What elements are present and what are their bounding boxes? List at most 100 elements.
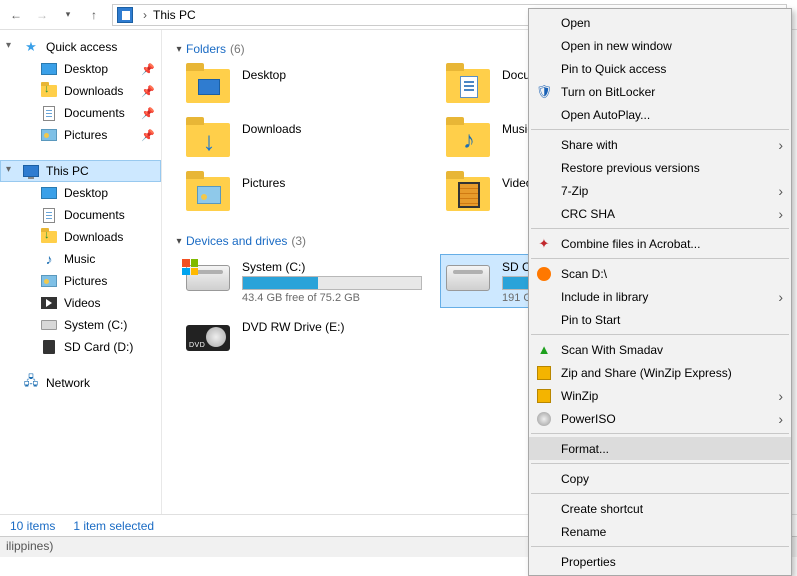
- sidebar-pc-item[interactable]: Documents: [0, 204, 161, 226]
- status-item-count: 10 items: [10, 519, 55, 533]
- downloads-icon: [40, 229, 58, 245]
- network-icon: 🖧: [22, 375, 40, 391]
- sidebar-pc-item[interactable]: Downloads: [0, 226, 161, 248]
- sidebar-qa-item[interactable]: Pictures📌: [0, 124, 161, 146]
- menu-item-label: Turn on BitLocker: [561, 85, 655, 99]
- menu-item-label: Zip and Share (WinZip Express): [561, 366, 732, 380]
- sidebar-pc-item[interactable]: Desktop: [0, 182, 161, 204]
- menu-item[interactable]: PowerISO›: [529, 407, 791, 430]
- menu-item[interactable]: 7-Zip›: [529, 179, 791, 202]
- menu-item-label: Scan D:\: [561, 267, 607, 281]
- menu-item[interactable]: Format...: [529, 437, 791, 460]
- sidebar-pc-item[interactable]: Pictures: [0, 270, 161, 292]
- sidebar-quick-access[interactable]: ▾ ★ Quick access: [0, 36, 161, 58]
- folder-item[interactable]: Pictures: [180, 170, 430, 218]
- sidebar-pc-item[interactable]: SD Card (D:): [0, 336, 161, 358]
- menu-separator: [531, 129, 789, 130]
- chevron-right-icon: ›: [778, 388, 783, 404]
- menu-item[interactable]: Create shortcut: [529, 497, 791, 520]
- sidebar-qa-item[interactable]: Desktop 📌: [0, 58, 161, 80]
- item-label: Desktop: [242, 68, 286, 82]
- this-pc-icon: [22, 163, 40, 179]
- menu-item[interactable]: Zip and Share (WinZip Express): [529, 361, 791, 384]
- folder-item[interactable]: ↓Downloads: [180, 116, 430, 164]
- pin-icon: 📌: [141, 129, 155, 142]
- sidebar-item-label: Desktop: [64, 62, 108, 76]
- menu-item-label: Create shortcut: [561, 502, 643, 516]
- chevron-down-icon: ▾: [172, 44, 186, 55]
- sidebar-qa-item[interactable]: Downloads📌: [0, 80, 161, 102]
- menu-item[interactable]: Properties: [529, 550, 791, 573]
- status-selection: 1 item selected: [73, 519, 154, 533]
- item-subtext: 43.4 GB free of 75.2 GB: [242, 292, 422, 304]
- menu-item-label: Pin to Quick access: [561, 62, 666, 76]
- pin-icon: 📌: [141, 85, 155, 98]
- menu-item[interactable]: Open AutoPlay...: [529, 103, 791, 126]
- smadav-icon: ▲: [535, 341, 553, 359]
- menu-item-label: Open AutoPlay...: [561, 108, 650, 122]
- folder-icon: [444, 174, 492, 214]
- menu-item[interactable]: Include in library ›: [529, 285, 791, 308]
- videos-icon: [40, 295, 58, 311]
- drive-item[interactable]: DVDDVD RW Drive (E:): [180, 314, 430, 362]
- menu-item[interactable]: Open in new window: [529, 34, 791, 57]
- acrobat-icon: ✦: [535, 235, 553, 253]
- chevron-down-icon[interactable]: ▾: [6, 40, 18, 51]
- item-label: Pictures: [242, 176, 285, 190]
- chevron-right-icon: ›: [778, 289, 783, 305]
- sidebar-pc-item[interactable]: Videos: [0, 292, 161, 314]
- hdd-drive-icon: [446, 265, 490, 291]
- folder-item[interactable]: Desktop: [180, 62, 430, 110]
- sidebar-qa-item[interactable]: Documents 📌: [0, 102, 161, 124]
- menu-item[interactable]: CRC SHA›: [529, 202, 791, 225]
- menu-item[interactable]: ▲Scan With Smadav: [529, 338, 791, 361]
- chevron-down-icon[interactable]: ▾: [6, 164, 18, 175]
- chevron-right-icon: ›: [778, 411, 783, 427]
- nav-arrows: ← → ▾ ↑: [4, 3, 106, 27]
- menu-item[interactable]: Scan D:\: [529, 262, 791, 285]
- folder-icon: ♪: [444, 120, 492, 160]
- sidebar-item-label: Desktop: [64, 186, 108, 200]
- menu-item[interactable]: Share with›: [529, 133, 791, 156]
- sidebar-item-label: Videos: [64, 296, 100, 310]
- menu-item[interactable]: WinZip ›: [529, 384, 791, 407]
- menu-item[interactable]: Pin to Quick access: [529, 57, 791, 80]
- group-count: (3): [291, 234, 306, 248]
- recent-dropdown[interactable]: ▾: [56, 3, 80, 27]
- sidebar-pc-item[interactable]: System (C:): [0, 314, 161, 336]
- address-segment[interactable]: This PC: [153, 8, 196, 22]
- menu-item[interactable]: Open: [529, 11, 791, 34]
- sidebar-item-label: Documents: [64, 106, 125, 120]
- poweriso-icon: [535, 410, 553, 428]
- folder-icon: [444, 66, 492, 106]
- forward-button[interactable]: →: [30, 3, 54, 27]
- menu-item[interactable]: Rename: [529, 520, 791, 543]
- menu-item[interactable]: Copy: [529, 467, 791, 490]
- sidebar-network[interactable]: 🖧 Network: [0, 372, 161, 394]
- menu-separator: [531, 228, 789, 229]
- sidebar-pc-item[interactable]: ♪Music: [0, 248, 161, 270]
- folder-icon: [184, 174, 232, 214]
- menu-item-label: Copy: [561, 472, 589, 486]
- sidebar-item-label: System (C:): [64, 318, 127, 332]
- folder-icon: ↓: [184, 120, 232, 160]
- capacity-bar: [242, 276, 422, 290]
- up-button[interactable]: ↑: [82, 3, 106, 27]
- item-label: System (C:): [242, 260, 422, 274]
- menu-item-label: WinZip: [561, 389, 598, 403]
- hdd-drive-icon: [186, 265, 230, 291]
- documents-icon: [40, 207, 58, 223]
- menu-item-label: Include in library: [561, 290, 648, 304]
- pin-icon: 📌: [141, 107, 155, 120]
- back-button[interactable]: ←: [4, 3, 28, 27]
- menu-item-label: Open: [561, 16, 590, 30]
- sidebar-this-pc[interactable]: ▾ This PC: [0, 160, 161, 182]
- menu-item[interactable]: 🛡Turn on BitLocker: [529, 80, 791, 103]
- menu-item[interactable]: Pin to Start: [529, 308, 791, 331]
- pin-icon: 📌: [141, 63, 155, 76]
- menu-item[interactable]: ✦Combine files in Acrobat...: [529, 232, 791, 255]
- menu-item[interactable]: Restore previous versions: [529, 156, 791, 179]
- sidebar-item-label: Documents: [64, 208, 125, 222]
- drive-item[interactable]: System (C:) 43.4 GB free of 75.2 GB: [180, 254, 430, 308]
- group-count: (6): [230, 42, 245, 56]
